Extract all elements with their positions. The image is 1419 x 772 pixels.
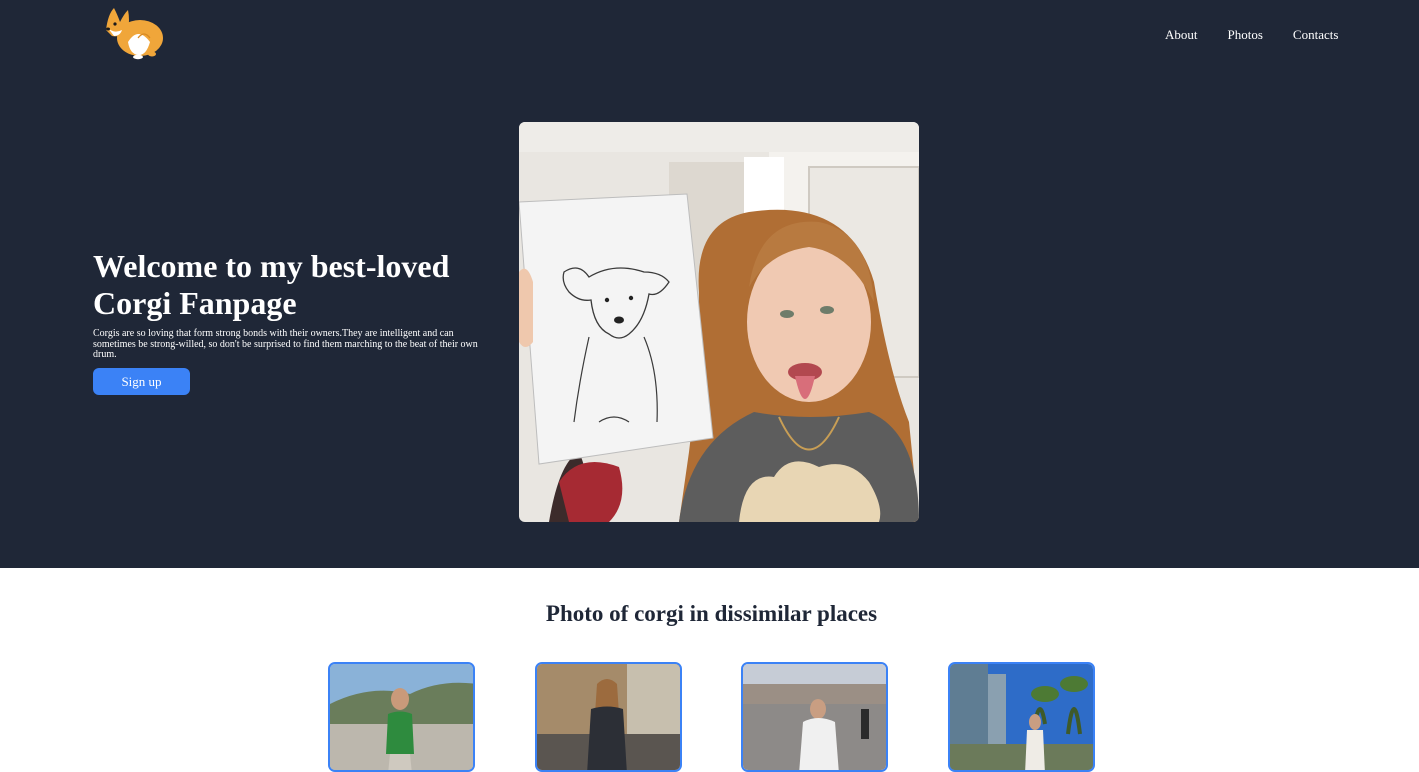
- signup-button[interactable]: Sign up: [93, 368, 190, 395]
- gallery-title: Photo of corgi in dissimilar places: [545, 601, 878, 626]
- hero-title: Welcome to my best-loved Corgi Fanpage: [93, 248, 450, 321]
- corgi-logo-icon[interactable]: [100, 4, 166, 60]
- nav-contacts-link[interactable]: Contacts: [1278, 27, 1354, 43]
- nav-about-link[interactable]: About: [1150, 27, 1213, 43]
- hero-photo: [519, 122, 919, 522]
- hero-section: About Photos Contacts Welcome to my best…: [0, 0, 1419, 568]
- main-nav: About Photos Contacts: [1150, 27, 1353, 43]
- nav-photos-link[interactable]: Photos: [1213, 27, 1278, 43]
- hero-description: Corgis are so loving that form strong bo…: [93, 328, 478, 361]
